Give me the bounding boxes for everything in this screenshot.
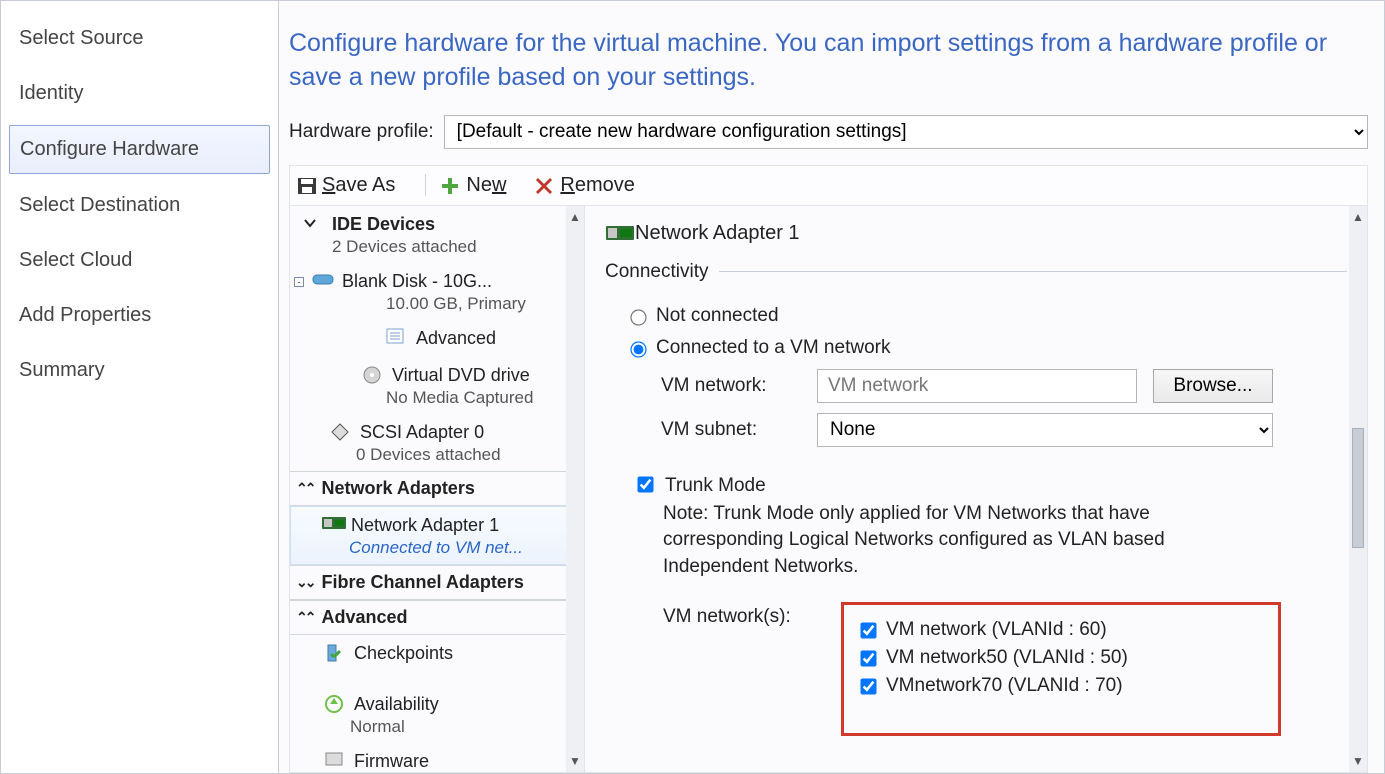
disk-icon — [312, 271, 334, 289]
tree-ide-label: IDE Devices — [332, 214, 435, 235]
availability-icon — [324, 694, 346, 712]
new-button[interactable]: New — [434, 172, 512, 199]
tree-network-adapters-header[interactable]: ⌃⌃ Network Adapters — [290, 471, 584, 506]
vmnetwork-checkbox-0[interactable] — [860, 622, 876, 638]
tree-advanced-header[interactable]: ⌃⌃ Advanced — [290, 600, 584, 635]
nav-add-properties[interactable]: Add Properties — [1, 288, 278, 343]
nic-icon — [605, 224, 627, 242]
tree-ide-sub: 2 Devices attached — [298, 237, 578, 257]
tree-na1-sub: Connected to VM net... — [291, 538, 577, 558]
chevron-down-icon[interactable] — [302, 215, 324, 233]
connectivity-legend: Connectivity — [605, 261, 719, 283]
tree-availability[interactable]: Availability — [354, 694, 439, 715]
vmnetwork-item-1[interactable]: VM network50 (VLANId : 50) — [858, 647, 1258, 669]
hw-profile-select[interactable]: [Default - create new hardware configura… — [444, 115, 1368, 149]
vmnetwork-item-0-label: VM network (VLANId : 60) — [886, 619, 1107, 641]
scroll-thumb[interactable] — [1352, 428, 1364, 548]
tree-na1[interactable]: Network Adapter 1 Connected to VM net... — [290, 506, 584, 565]
scsi-icon — [330, 422, 352, 440]
hardware-tree[interactable]: IDE Devices 2 Devices attached - Blank D… — [290, 206, 584, 773]
scroll-down-icon[interactable]: ▼ — [569, 750, 581, 772]
tree-scsi-sub: 0 Devices attached — [290, 445, 578, 465]
tree-dvd[interactable]: Virtual DVD drive — [392, 365, 530, 386]
nav-select-source[interactable]: Select Source — [1, 11, 278, 66]
hw-profile-label: Hardware profile: — [289, 121, 434, 143]
vmnetwork-item-1-label: VM network50 (VLANId : 50) — [886, 647, 1128, 669]
trunk-mode-note: Note: Trunk Mode only applied for VM Net… — [663, 501, 1263, 581]
collapse-icon: ⌃⌃ — [296, 480, 313, 497]
nav-configure-hardware[interactable]: Configure Hardware — [9, 125, 270, 174]
vmnetworks-label: VM network(s): — [663, 602, 821, 628]
nic-icon — [321, 515, 343, 533]
collapse-icon: ⌃⌃ — [296, 609, 313, 626]
vmnetworks-list-highlight: VM network (VLANId : 60) VM network50 (V… — [841, 602, 1281, 736]
scroll-down-icon[interactable]: ▼ — [1352, 750, 1364, 772]
tree-blank-disk[interactable]: Blank Disk - 10G... — [342, 271, 492, 292]
tree-scrollbar[interactable]: ▲ ▼ — [566, 206, 584, 773]
tree-checkpoints[interactable]: Checkpoints — [354, 643, 453, 664]
plus-icon — [440, 176, 462, 194]
tree-scsi[interactable]: SCSI Adapter 0 — [360, 422, 484, 443]
tree-availability-sub: Normal — [290, 717, 578, 737]
connectivity-group: Connectivity Not connected Connected to … — [605, 261, 1347, 457]
radio-connected[interactable] — [630, 341, 646, 357]
vmnetwork-label: VM network: — [661, 375, 801, 397]
save-icon — [296, 176, 318, 194]
tree-fc-header[interactable]: ⌄⌄ Fibre Channel Adapters — [290, 565, 584, 600]
vmnetwork-checkbox-2[interactable] — [860, 678, 876, 694]
tree-firmware[interactable]: Firmware — [354, 751, 429, 772]
radio-not-connected[interactable] — [630, 309, 646, 325]
hardware-tree-pane: IDE Devices 2 Devices attached - Blank D… — [290, 206, 585, 773]
radio-connected-label: Connected to a VM network — [656, 337, 890, 359]
wizard-nav: Select Source Identity Configure Hardwar… — [1, 1, 279, 773]
tree-blank-disk-sub: 10.00 GB, Primary — [290, 294, 578, 314]
save-as-label: Save As — [322, 174, 395, 197]
remove-button[interactable]: Remove — [528, 172, 640, 199]
detail-pane: Network Adapter 1 Connectivity Not conne… — [585, 206, 1367, 773]
vmsubnet-label: VM subnet: — [661, 419, 801, 441]
checkpoint-icon — [324, 643, 346, 661]
toolbar-separator — [425, 174, 426, 196]
dvd-icon — [362, 365, 384, 383]
remove-label: Remove — [560, 174, 634, 197]
scroll-up-icon[interactable]: ▲ — [569, 206, 581, 228]
vmsubnet-select[interactable]: None — [817, 413, 1273, 447]
page-intro: Configure hardware for the virtual machi… — [289, 27, 1368, 95]
tree-na1-label: Network Adapter 1 — [351, 515, 499, 536]
vmnetwork-item-0[interactable]: VM network (VLANId : 60) — [858, 619, 1258, 641]
list-icon — [386, 328, 408, 346]
vmnetwork-checkbox-1[interactable] — [860, 650, 876, 666]
browse-button[interactable]: Browse... — [1153, 369, 1273, 403]
firmware-icon — [324, 751, 346, 769]
nav-select-cloud[interactable]: Select Cloud — [1, 233, 278, 288]
vmnetwork-input[interactable] — [817, 369, 1137, 403]
wizard-window: Select Source Identity Configure Hardwar… — [0, 0, 1385, 774]
scroll-up-icon[interactable]: ▲ — [1352, 206, 1364, 228]
tree-dvd-sub: No Media Captured — [290, 388, 578, 408]
trunk-mode-checkbox[interactable] — [637, 476, 653, 492]
tree-advanced-item[interactable]: Advanced — [416, 328, 496, 349]
radio-not-connected-label: Not connected — [656, 305, 779, 327]
hardware-toolbar: Save As New Remove — [289, 165, 1368, 205]
nav-summary[interactable]: Summary — [1, 343, 278, 398]
vmnetwork-item-2[interactable]: VMnetwork70 (VLANId : 70) — [858, 675, 1258, 697]
vmnetwork-item-2-label: VMnetwork70 (VLANId : 70) — [886, 675, 1123, 697]
new-label: New — [466, 174, 506, 197]
square-collapse-icon[interactable]: - — [294, 277, 304, 287]
detail-scrollbar[interactable]: ▲ ▼ — [1349, 206, 1367, 773]
save-as-button[interactable]: Save As — [290, 172, 401, 199]
hardware-content: IDE Devices 2 Devices attached - Blank D… — [289, 205, 1368, 774]
nav-identity[interactable]: Identity — [1, 66, 278, 121]
collapse-icon: ⌄⌄ — [296, 574, 313, 591]
detail-title-text: Network Adapter 1 — [635, 222, 800, 245]
remove-x-icon — [534, 176, 556, 194]
config-hardware-panel: Configure hardware for the virtual machi… — [279, 1, 1384, 773]
nav-select-destination[interactable]: Select Destination — [1, 178, 278, 233]
trunk-mode-label: Trunk Mode — [665, 475, 766, 497]
